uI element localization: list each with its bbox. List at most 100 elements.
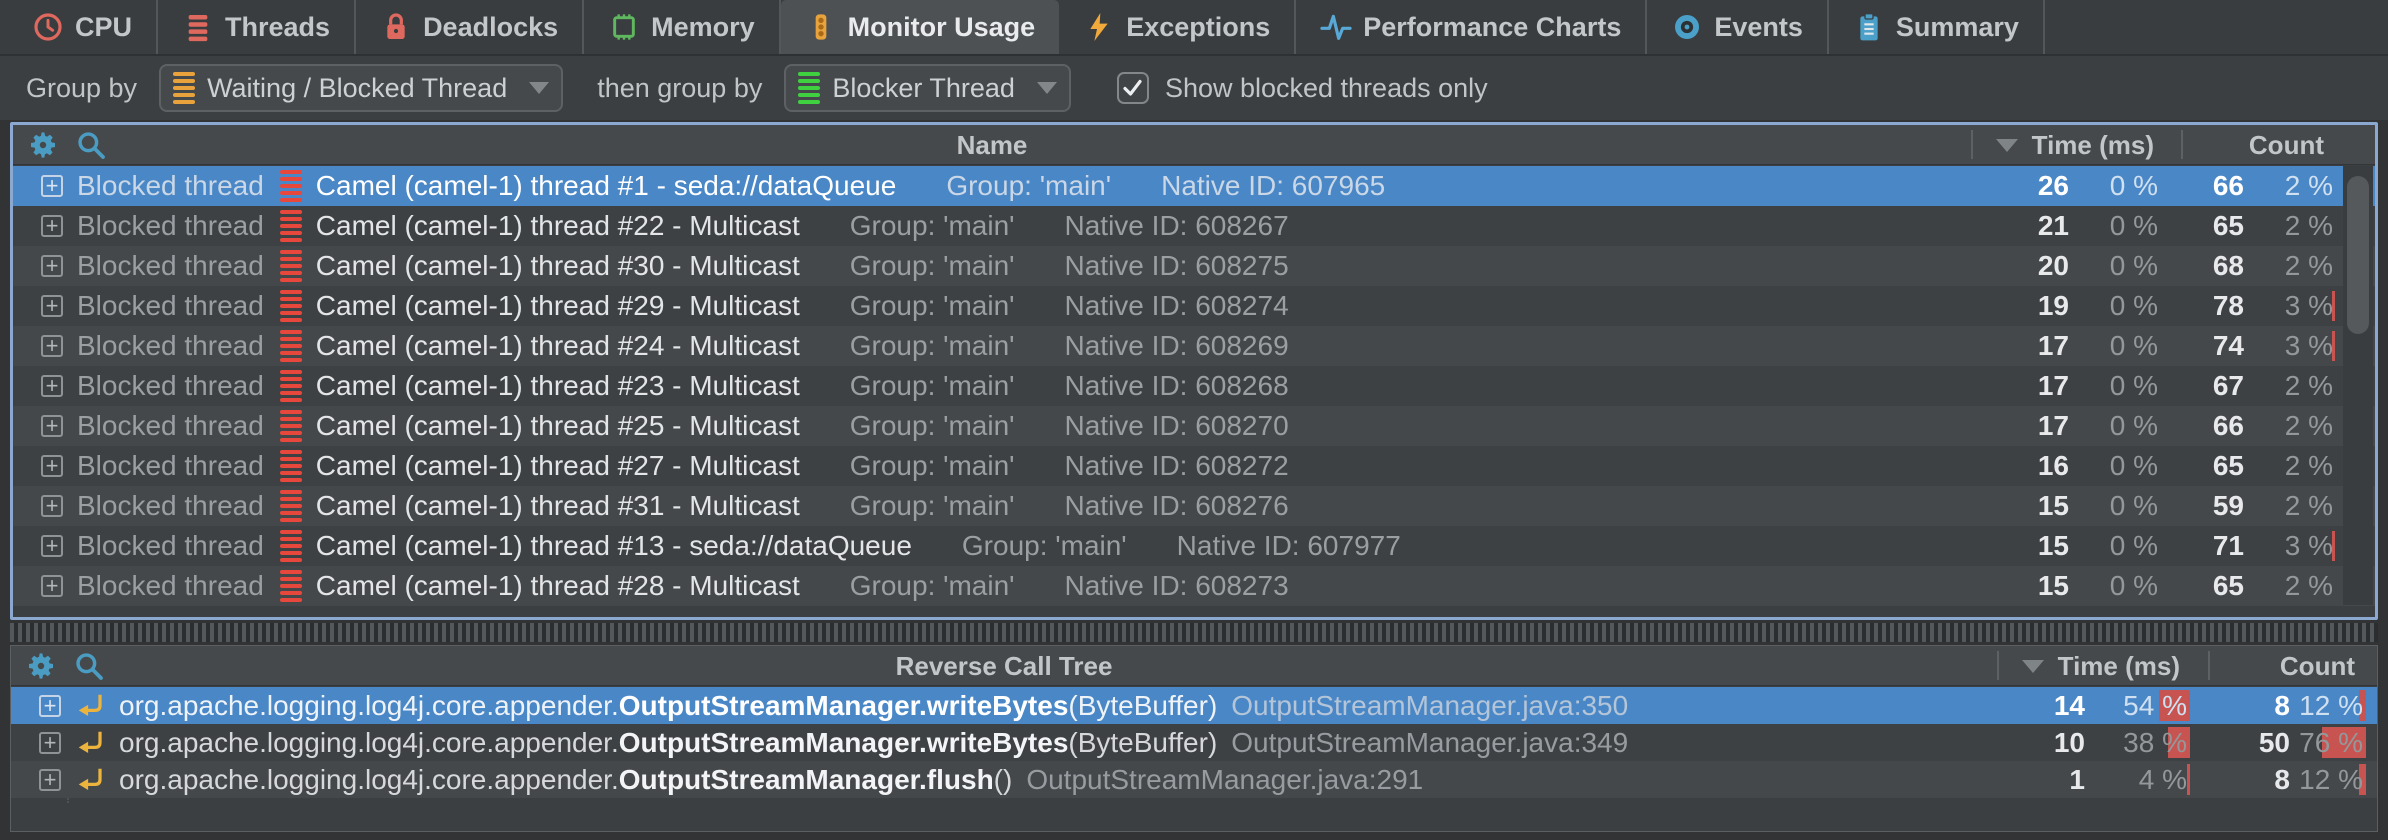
thread-native-id: Native ID: 607977 [1177, 530, 1401, 562]
thread-group: Group: 'main' [962, 530, 1127, 562]
thread-name: Camel (camel-1) thread #31 - Multicast [316, 490, 800, 522]
thread-name: Camel (camel-1) thread #28 - Multicast [316, 570, 800, 602]
tab-label: Events [1714, 12, 1803, 43]
count-value: 65 [2134, 566, 2244, 606]
column-header-count[interactable]: Count [2249, 125, 2324, 165]
lock-icon [380, 11, 412, 43]
panel-splitter-handle[interactable] [10, 623, 2378, 642]
column-divider[interactable] [2181, 130, 2183, 159]
call-tree-row[interactable]: + org.apache.logging.log4j.core.appender… [11, 687, 2377, 724]
thread-group: Group: 'main' [850, 490, 1015, 522]
time-ms-value: 15 [1939, 486, 2069, 526]
expand-icon[interactable]: + [39, 695, 61, 717]
sort-desc-icon [1996, 139, 2018, 152]
blocked-thread-row[interactable]: + Blocked thread Camel (camel-1) thread … [13, 166, 2375, 206]
count-percent-value: 76 % [2268, 724, 2363, 761]
tab-exceptions[interactable]: Exceptions [1059, 0, 1296, 54]
expand-icon[interactable]: + [41, 495, 63, 517]
expand-icon[interactable]: + [41, 375, 63, 397]
count-percent-value: 2 % [2243, 366, 2333, 406]
blocked-thread-row[interactable]: + Blocked thread Camel (camel-1) thread … [13, 526, 2375, 566]
count-value: 74 [2134, 326, 2244, 366]
thread-kind-label: Blocked thread [77, 210, 264, 242]
count-percent-value: 2 % [2243, 486, 2333, 526]
tab-deadlocks[interactable]: Deadlocks [356, 0, 584, 54]
column-header-name[interactable]: Name [13, 125, 1971, 165]
call-site-text: org.apache.logging.log4j.core.appender.O… [119, 690, 1217, 722]
expand-icon[interactable]: + [41, 295, 63, 317]
time-ms-value: 15 [1939, 566, 2069, 606]
count-value: 59 [2134, 486, 2244, 526]
expand-icon[interactable]: + [41, 415, 63, 437]
expand-icon[interactable]: + [41, 455, 63, 477]
blocked-thread-row[interactable]: + Blocked thread Camel (camel-1) thread … [13, 246, 2375, 286]
then-group-by-dropdown[interactable]: Blocker Thread [784, 64, 1071, 112]
time-ms-value: 14 [1955, 687, 2085, 724]
clipboard-icon [1853, 11, 1885, 43]
thread-group: Group: 'main' [850, 250, 1015, 282]
tab-threads[interactable]: Threads [158, 0, 356, 54]
tab-performance-charts[interactable]: Performance Charts [1296, 0, 1647, 54]
column-header-time[interactable]: Time (ms) [2022, 646, 2180, 686]
tab-cpu[interactable]: CPU [8, 0, 158, 54]
thread-group: Group: 'main' [850, 570, 1015, 602]
expand-icon[interactable]: + [41, 535, 63, 557]
tab-label: Deadlocks [423, 12, 558, 43]
call-tree-list: + org.apache.logging.log4j.core.appender… [11, 687, 2377, 831]
blocked-thread-row[interactable]: + Blocked thread Camel (camel-1) thread … [13, 326, 2375, 366]
column-header-count[interactable]: Count [2280, 646, 2355, 686]
expand-icon[interactable]: + [39, 769, 61, 791]
scrollbar-thumb[interactable] [2347, 176, 2369, 334]
blocked-thread-row[interactable]: + Blocked thread Camel (camel-1) thread … [13, 366, 2375, 406]
tab-monitor-usage[interactable]: Monitor Usage [781, 0, 1060, 54]
thread-native-id: Native ID: 608268 [1065, 370, 1289, 402]
count-percent-value: 12 % [2268, 687, 2363, 724]
blocked-thread-icon [280, 570, 302, 602]
thread-name: Camel (camel-1) thread #25 - Multicast [316, 410, 800, 442]
eye-icon [1671, 11, 1703, 43]
expand-icon[interactable]: + [41, 255, 63, 277]
tab-label: Summary [1896, 12, 2019, 43]
reverse-call-tree-panel: Reverse Call Tree Time (ms) Count + org.… [10, 645, 2378, 832]
expand-icon[interactable]: + [41, 575, 63, 597]
blocked-thread-row[interactable]: + Blocked thread Camel (camel-1) thread … [13, 206, 2375, 246]
blocked-thread-row[interactable]: + Blocked thread Camel (camel-1) thread … [13, 406, 2375, 446]
time-percent-value: 4 % [2092, 761, 2187, 798]
tab-label: CPU [75, 12, 132, 43]
blocked-thread-row[interactable]: + Blocked thread Camel (camel-1) thread … [13, 286, 2375, 326]
column-divider[interactable] [1971, 130, 1973, 159]
blocked-thread-row[interactable]: + Blocked thread Camel (camel-1) thread … [13, 566, 2375, 606]
thread-kind-label: Blocked thread [77, 410, 264, 442]
thread-native-id: Native ID: 608272 [1065, 450, 1289, 482]
column-divider[interactable] [1997, 651, 1999, 680]
time-ms-value: 21 [1939, 206, 2069, 246]
call-tree-row[interactable]: + org.apache.logging.log4j.core.appender… [11, 724, 2377, 761]
blocked-thread-row[interactable]: + Blocked thread Camel (camel-1) thread … [13, 446, 2375, 486]
thread-kind-label: Blocked thread [77, 250, 264, 282]
tab-events[interactable]: Events [1647, 0, 1829, 54]
thread-group: Group: 'main' [850, 290, 1015, 322]
tab-label: Monitor Usage [848, 12, 1036, 43]
tab-label: Threads [225, 12, 330, 43]
thread-name: Camel (camel-1) thread #23 - Multicast [316, 370, 800, 402]
call-tree-row[interactable]: + org.apache.logging.log4j.core.appender… [11, 761, 2377, 798]
thread-group: Group: 'main' [850, 370, 1015, 402]
count-percent-value: 2 % [2243, 406, 2333, 446]
show-blocked-only-checkbox[interactable] [1117, 72, 1149, 104]
checkmark-icon [1121, 76, 1145, 100]
tab-label: Performance Charts [1363, 12, 1621, 43]
vertical-scrollbar[interactable] [2343, 166, 2373, 605]
expand-icon[interactable]: + [41, 175, 63, 197]
thread-name: Camel (camel-1) thread #24 - Multicast [316, 330, 800, 362]
tab-summary[interactable]: Summary [1829, 0, 2045, 54]
group-by-dropdown[interactable]: Waiting / Blocked Thread [159, 64, 563, 112]
column-header-time[interactable]: Time (ms) [1996, 125, 2154, 165]
blocked-thread-row[interactable]: + Blocked thread Camel (camel-1) thread … [13, 486, 2375, 526]
column-divider[interactable] [2208, 651, 2210, 680]
threads-table-header: Name Time (ms) Count [13, 125, 2375, 165]
expand-icon[interactable]: + [39, 732, 61, 754]
expand-icon[interactable]: + [41, 215, 63, 237]
tab-memory[interactable]: Memory [584, 0, 781, 54]
thread-native-id: Native ID: 608275 [1065, 250, 1289, 282]
expand-icon[interactable]: + [41, 335, 63, 357]
